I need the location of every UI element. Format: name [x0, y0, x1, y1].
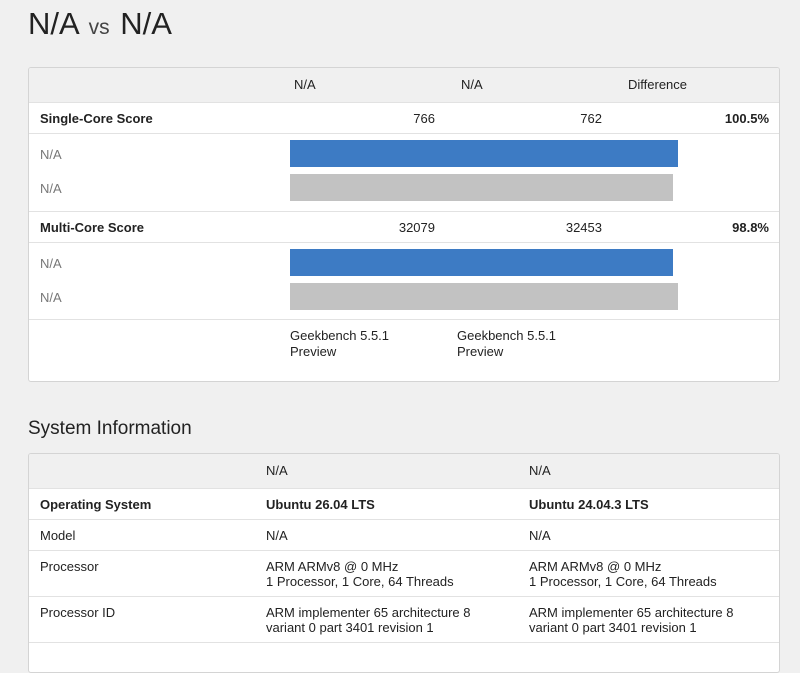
- single-core-right-score: 762: [580, 111, 602, 126]
- multi-core-bar-label-left: N/A: [40, 256, 62, 271]
- version-row: Geekbench 5.5.1 Preview Geekbench 5.5.1 …: [29, 320, 779, 381]
- processor-id-left-line1: ARM implementer 65 architecture 8: [266, 605, 471, 620]
- multi-core-bar-left: [290, 249, 673, 276]
- multi-core-bar-row-right: N/A: [29, 277, 779, 311]
- processor-left-line1: ARM ARMv8 @ 0 MHz: [266, 559, 399, 574]
- system-header-left: N/A: [266, 463, 288, 478]
- single-core-bar-left: [290, 140, 678, 167]
- score-table-header: N/A N/A Difference: [29, 68, 779, 103]
- multi-core-difference: 98.8%: [732, 220, 769, 235]
- multi-core-bar-right: [290, 283, 678, 310]
- processor-id-left-line2: variant 0 part 3401 revision 1: [266, 620, 434, 635]
- left-version-line1: Geekbench 5.5.1: [290, 328, 390, 343]
- processor-label: Processor: [40, 559, 99, 574]
- multi-core-bars: N/A N/A: [29, 243, 779, 320]
- single-core-left-score: 766: [413, 111, 435, 126]
- single-core-difference: 100.5%: [724, 111, 769, 126]
- multi-core-label: Multi-Core Score: [40, 220, 145, 235]
- system-row-processor-id: Processor ID ARM implementer 65 architec…: [29, 597, 779, 643]
- title-left-device: N/A: [28, 6, 78, 41]
- single-core-bar-right: [290, 174, 673, 201]
- score-comparison-table: N/A N/A Difference Single-Core Score 766…: [28, 67, 780, 382]
- system-header-right: N/A: [529, 463, 551, 478]
- model-right: N/A: [529, 528, 551, 543]
- os-label: Operating System: [40, 497, 152, 512]
- multi-core-bar-label-right: N/A: [40, 290, 62, 305]
- single-core-label: Single-Core Score: [40, 111, 153, 126]
- header-right-device: N/A: [461, 77, 483, 92]
- system-row-os: Operating System Ubuntu 26.04 LTS Ubuntu…: [29, 489, 779, 520]
- title-right-device: N/A: [120, 6, 172, 41]
- single-core-bar-label-right: N/A: [40, 181, 62, 196]
- system-row-model: Model N/A N/A: [29, 520, 779, 551]
- processor-id-right-line2: variant 0 part 3401 revision 1: [529, 620, 697, 635]
- system-information-table: N/A N/A Operating System Ubuntu 26.04 LT…: [28, 453, 780, 673]
- system-table-header: N/A N/A: [29, 454, 779, 489]
- multi-core-right-score: 32453: [565, 220, 602, 235]
- single-core-row: Single-Core Score 766 762 100.5%: [29, 103, 779, 134]
- left-version-line2: Preview: [290, 344, 337, 359]
- multi-core-row: Multi-Core Score 32079 32453 98.8%: [29, 212, 779, 243]
- right-version-line2: Preview: [457, 344, 504, 359]
- model-label: Model: [40, 528, 76, 543]
- processor-id-right-line1: ARM implementer 65 architecture 8: [529, 605, 734, 620]
- processor-right-line1: ARM ARMv8 @ 0 MHz: [529, 559, 662, 574]
- os-left: Ubuntu 26.04 LTS: [266, 497, 375, 512]
- header-left-device: N/A: [294, 77, 316, 92]
- single-core-bar-label-left: N/A: [40, 147, 62, 162]
- processor-left-line2: 1 Processor, 1 Core, 64 Threads: [266, 574, 454, 589]
- os-right: Ubuntu 24.04.3 LTS: [529, 497, 649, 512]
- model-left: N/A: [266, 528, 288, 543]
- multi-core-left-score: 32079: [398, 220, 435, 235]
- single-core-bar-row-left: N/A: [29, 134, 779, 168]
- right-version-line1: Geekbench 5.5.1: [457, 328, 557, 343]
- multi-core-bar-row-left: N/A: [29, 243, 779, 277]
- title-vs: vs: [88, 16, 110, 39]
- header-difference: Difference: [628, 77, 688, 92]
- processor-id-label: Processor ID: [40, 605, 116, 620]
- processor-right-line2: 1 Processor, 1 Core, 64 Threads: [529, 574, 717, 589]
- page-title: N/A vs N/A: [28, 2, 172, 50]
- single-core-bar-row-right: N/A: [29, 168, 779, 202]
- system-information-title: System Information: [28, 418, 192, 439]
- single-core-bars: N/A N/A: [29, 134, 779, 212]
- system-row-processor: Processor ARM ARMv8 @ 0 MHz 1 Processor,…: [29, 551, 779, 597]
